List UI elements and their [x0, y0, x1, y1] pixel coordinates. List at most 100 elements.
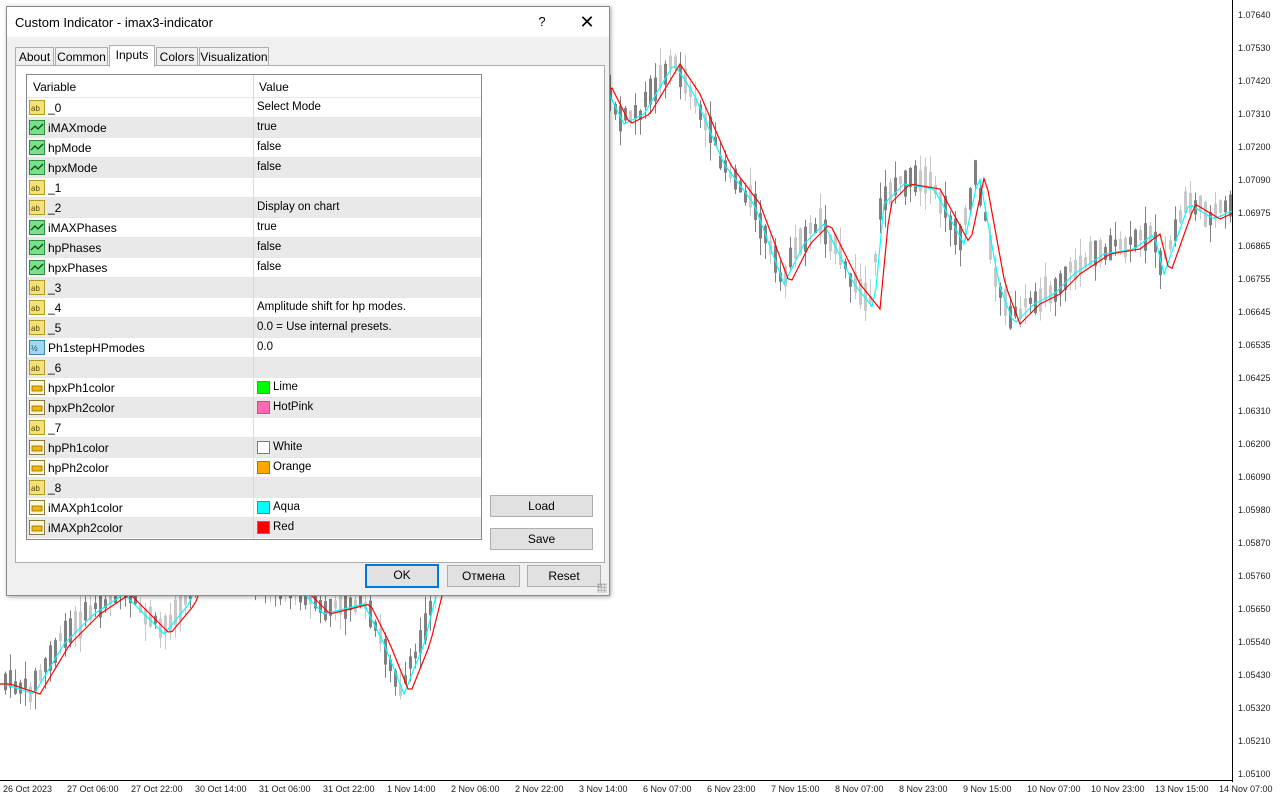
param-row[interactable]: iMAXph2color Red — [27, 517, 481, 538]
param-value[interactable]: true — [257, 121, 277, 133]
param-row[interactable]: iMAXPhases true — [27, 217, 481, 238]
help-button[interactable]: ? — [530, 12, 554, 32]
save-button[interactable]: Save — [490, 528, 593, 550]
param-value[interactable]: true — [257, 221, 277, 233]
candle-body — [1119, 238, 1122, 250]
param-row[interactable]: hpxMode false — [27, 157, 481, 178]
color-swatch[interactable] — [257, 501, 270, 514]
param-name: _4 — [48, 301, 62, 315]
candle-body — [334, 600, 337, 609]
param-row[interactable]: ab _5 0.0 = Use internal presets. — [27, 317, 481, 338]
param-value[interactable]: 0.0 = Use internal presets. — [257, 321, 392, 333]
bool-chart-icon — [29, 240, 45, 255]
param-row[interactable]: ab _1 — [27, 177, 481, 198]
price-label: 1.05980 — [1238, 505, 1271, 515]
ok-button[interactable]: OK — [365, 564, 439, 588]
bool-chart-icon — [29, 260, 45, 275]
color-swatch[interactable] — [257, 381, 270, 394]
load-button[interactable]: Load — [490, 495, 593, 517]
param-value[interactable]: HotPink — [273, 401, 313, 413]
time-label: 14 Nov 07:00 — [1219, 784, 1273, 794]
param-row[interactable]: hpxPh1color Lime — [27, 377, 481, 398]
color-swatch[interactable] — [257, 401, 270, 414]
time-label: 1 Nov 14:00 — [387, 784, 436, 794]
param-row[interactable]: hpPh2color Orange — [27, 457, 481, 478]
param-name: hpMode — [48, 141, 92, 155]
param-row[interactable]: hpPh1color White — [27, 437, 481, 458]
param-row[interactable]: ab _8 — [27, 477, 481, 498]
candle-body — [919, 170, 922, 192]
param-row[interactable]: ab _3 — [27, 277, 481, 298]
candle-body — [169, 614, 172, 632]
cancel-button[interactable]: Отмена — [447, 565, 520, 587]
param-value[interactable]: false — [257, 241, 281, 253]
param-row[interactable]: ab _7 — [27, 417, 481, 438]
param-value[interactable]: Lime — [273, 381, 298, 393]
param-name: hpxPhases — [48, 261, 108, 275]
param-name: hpPh2color — [48, 461, 109, 475]
param-value[interactable]: Orange — [273, 461, 311, 473]
column-header-value[interactable]: Value — [259, 80, 289, 94]
param-name: _3 — [48, 281, 62, 295]
candle-body — [1189, 193, 1192, 215]
param-row[interactable]: ½ Ph1stepHPmodes 0.0 — [27, 337, 481, 358]
price-label: 1.06975 — [1238, 208, 1271, 218]
ab-string-icon: ab — [29, 100, 45, 115]
param-row[interactable]: hpxPh2color HotPink — [27, 397, 481, 418]
param-value[interactable]: Display on chart — [257, 201, 339, 213]
color-swatch[interactable] — [257, 521, 270, 534]
tab-inputs[interactable]: Inputs — [109, 45, 155, 67]
color-param-icon — [29, 380, 45, 395]
ab-string-icon: ab — [29, 280, 45, 295]
column-header-variable[interactable]: Variable — [33, 80, 76, 94]
candle-body — [1029, 297, 1032, 304]
param-value[interactable]: false — [257, 161, 281, 173]
candle-body — [1199, 195, 1202, 212]
candle-body — [1059, 273, 1062, 294]
tab-common[interactable]: Common — [55, 47, 108, 66]
price-label: 1.07420 — [1238, 76, 1271, 86]
tab-about[interactable]: About — [15, 47, 54, 66]
candle-body — [1219, 200, 1222, 213]
param-row[interactable]: iMAXph1color Aqua — [27, 497, 481, 518]
time-label: 26 Oct 2023 — [3, 784, 53, 794]
candle-body — [1069, 261, 1072, 273]
time-label: 3 Nov 14:00 — [579, 784, 628, 794]
color-param-icon — [29, 400, 45, 415]
candle-body — [1064, 266, 1067, 291]
time-label: 27 Oct 22:00 — [131, 784, 183, 794]
param-value[interactable]: Aqua — [273, 501, 300, 513]
param-value[interactable]: false — [257, 261, 281, 273]
param-value[interactable]: 0.0 — [257, 341, 273, 353]
param-row[interactable]: iMAXmode true — [27, 117, 481, 138]
time-label: 10 Nov 23:00 — [1091, 784, 1145, 794]
color-swatch[interactable] — [257, 441, 270, 454]
param-row[interactable]: ab _0 Select Mode — [27, 97, 481, 118]
param-value[interactable]: false — [257, 141, 281, 153]
param-value[interactable]: Select Mode — [257, 101, 321, 113]
color-swatch[interactable] — [257, 461, 270, 474]
candle-body — [1134, 229, 1137, 249]
param-value[interactable]: White — [273, 441, 302, 453]
param-value[interactable]: Red — [273, 521, 294, 533]
resize-grip-icon[interactable] — [597, 583, 607, 593]
candle-body — [34, 670, 37, 692]
reset-button[interactable]: Reset — [527, 565, 601, 587]
param-name: _6 — [48, 361, 62, 375]
tab-visualization[interactable]: Visualization — [199, 47, 269, 66]
param-row[interactable]: hpMode false — [27, 137, 481, 158]
param-name: hpxPh2color — [48, 401, 115, 415]
param-row[interactable]: ab _2 Display on chart — [27, 197, 481, 218]
time-label: 10 Nov 07:00 — [1027, 784, 1081, 794]
param-value[interactable]: Amplitude shift for hp modes. — [257, 301, 406, 313]
tab-colors[interactable]: Colors — [156, 47, 198, 66]
column-divider[interactable] — [253, 75, 254, 539]
dialog-titlebar[interactable]: Custom Indicator - imax3-indicator ? ✕ — [7, 7, 609, 37]
param-row[interactable]: ab _4 Amplitude shift for hp modes. — [27, 297, 481, 318]
candle-body — [84, 602, 87, 621]
param-row[interactable]: ab _6 — [27, 357, 481, 378]
close-icon[interactable]: ✕ — [573, 11, 601, 33]
candle-body — [1049, 285, 1052, 304]
param-row[interactable]: hpPhases false — [27, 237, 481, 258]
param-row[interactable]: hpxPhases false — [27, 257, 481, 278]
